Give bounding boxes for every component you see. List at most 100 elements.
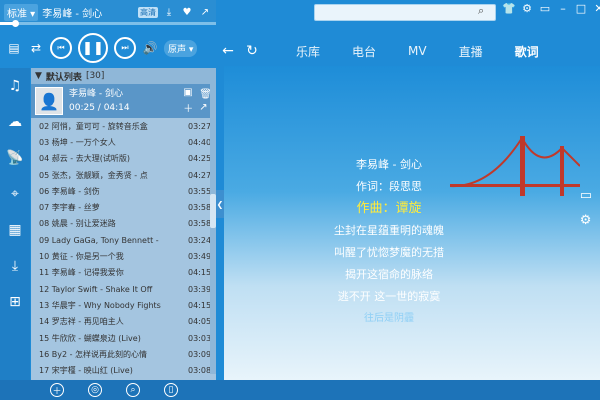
maximize-icon[interactable]: □ xyxy=(574,2,588,15)
playlist-panel: ▼ 默认列表 [30] 👤 李易峰 - 剑心 00:25 / 04:14 ▣ ＋… xyxy=(31,68,216,380)
music-player-window: 标准 ▾ 李易峰 - 剑心 高清 ⤓ ♥ ↗ ▤ ⇄ ⏮ ❚❚ ⏭ 🔊 原声 ▾… xyxy=(0,0,600,400)
sound-mode-button[interactable]: 原声 ▾ xyxy=(164,39,198,57)
skin-icon[interactable]: 👕 xyxy=(502,2,516,15)
favorite-icon[interactable]: ♥ xyxy=(180,7,194,18)
list-item[interactable]: 05 张杰，张靓颖，金秀贤 - 点 04:27 xyxy=(31,167,216,183)
mv-icon[interactable]: ▣ xyxy=(183,87,193,98)
quality-select[interactable]: 标准 ▾ xyxy=(4,3,39,21)
window-buttons: 👕 ⚙ ▭ – □ ✕ xyxy=(502,2,600,15)
list-item[interactable]: 03 杨坤 - 一万个女人 04:40 xyxy=(31,134,216,150)
now-playing-actions: ▣ ＋ xyxy=(183,87,193,115)
playlist-header[interactable]: ▼ 默认列表 [30] xyxy=(31,68,216,84)
mini-mode-icon[interactable]: ▤ xyxy=(6,41,22,55)
desktop-lyrics-icon[interactable]: ▭ xyxy=(580,188,592,203)
lyric-settings-icon[interactable]: ⚙ xyxy=(580,213,592,228)
hd-badge[interactable]: 高清 xyxy=(138,6,158,18)
list-item[interactable]: 12 Taylor Swift - Shake It Off 03:39 xyxy=(31,281,216,297)
list-item[interactable]: 10 黄征 - 你是另一个我 03:49 xyxy=(31,248,216,264)
song-duration: 04:40 xyxy=(188,137,212,147)
volume-icon[interactable]: 🔊 xyxy=(142,41,158,55)
add-song-icon[interactable]: ＋ xyxy=(50,383,64,397)
download-icon[interactable]: ⤓ xyxy=(162,7,176,18)
song-title: 02 阿悄，童可可 - 旋转音乐盒 xyxy=(39,121,148,131)
song-title: 14 罗志祥 - 再见咱主人 xyxy=(39,317,124,327)
list-item[interactable]: 06 李易峰 - 剑伤 03:55 xyxy=(31,183,216,199)
share-icon[interactable]: ↗ xyxy=(198,7,212,18)
lyrics-lines: 李易峰 - 剑心 作词：段思思 作曲：谭旋 尘封在星蕴重明的魂魄 叫醒了忧惚梦魔的无措揭… xyxy=(224,154,554,330)
song-title: 10 黄征 - 你是另一个我 xyxy=(39,252,124,262)
locate-icon[interactable]: ◎ xyxy=(88,383,102,397)
add-icon[interactable]: ＋ xyxy=(183,100,193,115)
scrollbar[interactable] xyxy=(210,84,216,374)
song-title: 11 李易峰 - 记得我爱你 xyxy=(39,268,124,278)
now-playing-row[interactable]: 👤 李易峰 - 剑心 00:25 / 04:14 ▣ ＋ 🗑 ↗ xyxy=(31,84,216,118)
song-duration: 03:03 xyxy=(188,333,212,343)
news-icon[interactable]: ▦ xyxy=(0,212,30,248)
cloud-icon[interactable]: ☁ xyxy=(0,104,30,140)
song-title: 04 郝云 - 去大理(试听版) xyxy=(39,154,130,164)
tab-library[interactable]: 乐库 xyxy=(296,43,320,60)
refresh-icon[interactable]: ↻ xyxy=(240,43,264,59)
download-manager-icon[interactable]: ⤓ xyxy=(0,248,30,284)
song-title: 07 李宇春 - 丝萝 xyxy=(39,203,100,213)
list-item[interactable]: 07 李宇春 - 丝萝 03:58 xyxy=(31,199,216,215)
tab-live[interactable]: 直播 xyxy=(459,43,483,60)
mini-window-icon[interactable]: ▭ xyxy=(538,2,552,15)
progress-bar[interactable] xyxy=(0,20,216,27)
location-icon[interactable]: ⌖ xyxy=(0,176,30,212)
tab-mv[interactable]: MV xyxy=(408,44,427,58)
back-arrow-icon[interactable]: ← xyxy=(216,43,240,59)
lyric-line: 叫醒了忧惚梦魔的无措 xyxy=(334,246,444,259)
minimize-icon[interactable]: – xyxy=(556,2,570,15)
now-playing-song: 李易峰 - 剑心 xyxy=(69,89,123,99)
lyric-line: 逃不开 这一世的寂寞 xyxy=(337,290,441,303)
next-button[interactable]: ⏭ xyxy=(114,37,136,59)
song-duration: 03:49 xyxy=(188,252,212,262)
radio-icon[interactable]: 📡 xyxy=(0,140,30,176)
music-note-icon[interactable]: ♫ xyxy=(0,68,30,104)
song-duration: 04:15 xyxy=(188,268,212,278)
shuffle-icon[interactable]: ⇄ xyxy=(28,41,44,55)
tab-lyrics[interactable]: 歌词 xyxy=(515,43,539,60)
now-playing-info: 李易峰 - 剑心 00:25 / 04:14 xyxy=(69,87,177,115)
song-title: 15 牛欣欣 - 蝴蝶泉边 (Live) xyxy=(39,333,141,343)
playlist-count: [30] xyxy=(85,71,105,81)
song-title: 12 Taylor Swift - Shake It Off xyxy=(39,284,153,294)
pause-button[interactable]: ❚❚ xyxy=(78,33,108,63)
list-item[interactable]: 11 李易峰 - 记得我爱你 04:15 xyxy=(31,265,216,281)
lyric-line: 作词：段思思 xyxy=(356,180,422,193)
progress-thumb[interactable] xyxy=(12,20,19,27)
previous-button[interactable]: ⏮ xyxy=(50,37,72,59)
settings-icon[interactable]: ⚙ xyxy=(520,2,534,15)
search-input[interactable] xyxy=(314,4,496,21)
tab-radio[interactable]: 电台 xyxy=(352,43,376,60)
song-title: 05 张杰，张靓颖，金秀贤 - 点 xyxy=(39,170,148,180)
list-item[interactable]: 08 姚晨 - 别让爱迷路 03:58 xyxy=(31,216,216,232)
close-icon[interactable]: ✕ xyxy=(592,2,600,15)
list-item[interactable]: 13 华晨宇 - Why Nobody Fights 04:15 xyxy=(31,297,216,313)
list-item[interactable]: 14 罗志祥 - 再见咱主人 04:05 xyxy=(31,314,216,330)
playback-controls: ▤ ⇄ ⏮ ❚❚ ⏭ 🔊 原声 ▾ xyxy=(0,28,216,68)
bottom-bar: ＋ ◎ ⌕ ▯ xyxy=(0,380,600,400)
list-item[interactable]: 15 牛欣欣 - 蝴蝶泉边 (Live) 03:03 xyxy=(31,330,216,346)
list-item[interactable]: 04 郝云 - 去大理(试听版) 04:25 xyxy=(31,151,216,167)
find-icon[interactable]: ⌕ xyxy=(126,383,140,397)
list-item[interactable]: 09 Lady GaGa, Tony Bennett - 03:24 xyxy=(31,232,216,248)
song-duration: 03:55 xyxy=(188,186,212,196)
song-title: 17 宋宇槿 - 映山红 (Live) xyxy=(39,366,133,376)
collapse-panel-button[interactable]: ❮ xyxy=(216,190,224,218)
main-nav: ← ↻ 乐库 电台 MV 直播 歌词 xyxy=(216,36,600,66)
list-item[interactable]: 02 阿悄，童可可 - 旋转音乐盒 03:27 xyxy=(31,118,216,134)
list-item[interactable]: 16 By2 - 怎样说再此刻的心情 03:09 xyxy=(31,346,216,362)
lyric-line: 尘封在星蕴重明的魂魄 xyxy=(334,224,444,237)
song-title: 08 姚晨 - 别让爱迷路 xyxy=(39,219,116,229)
sidebar: ♫ ☁ 📡 ⌖ ▦ ⤓ ⊞ xyxy=(0,68,30,380)
title-bar: 标准 ▾ 李易峰 - 剑心 高清 ⤓ ♥ ↗ xyxy=(0,0,216,24)
search-icon[interactable]: ⌕ xyxy=(478,4,484,18)
song-duration: 04:25 xyxy=(188,154,212,164)
lyric-side-tools: ▭ ⚙ xyxy=(580,188,592,228)
apps-icon[interactable]: ⊞ xyxy=(0,284,30,320)
mobile-icon[interactable]: ▯ xyxy=(164,383,178,397)
lyric-line: 作曲：谭旋 xyxy=(356,201,422,216)
list-item[interactable]: 17 宋宇槿 - 映山红 (Live) 03:08 xyxy=(31,362,216,378)
